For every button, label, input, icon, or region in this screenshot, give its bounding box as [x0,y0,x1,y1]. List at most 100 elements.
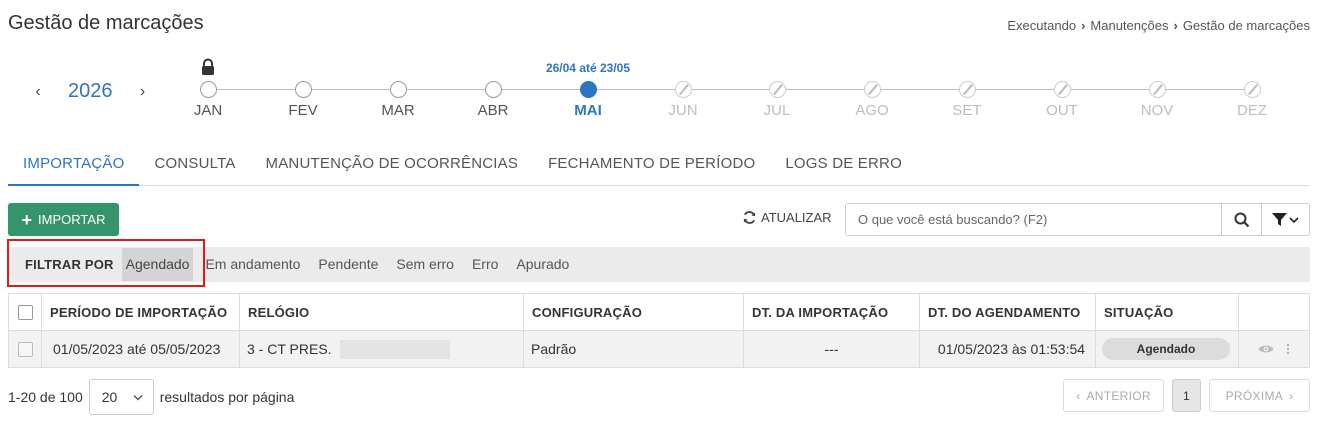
cell-dt-agendamento: 01/05/2023 às 01:53:54 [920,331,1096,367]
timeline-month-label: DEZ [1237,102,1267,119]
timeline-month-label: ABR [477,102,509,119]
pagination-info: 1-20 de 100 20 resultados por página [8,379,294,415]
disabled-circle-icon [1243,81,1261,98]
breadcrumb-item-manutencoes[interactable]: Manutenções [1090,18,1168,33]
timeline-month-label: SET [952,102,982,119]
filter-bar: FILTRAR POR Agendado Em andamento Penden… [8,247,1310,282]
disabled-circle-icon [768,81,786,98]
chevron-left-icon[interactable]: ‹ [30,83,46,101]
timeline-month-label: AGO [855,102,889,119]
column-header-relogio[interactable]: RELÓGIO [240,294,524,330]
select-all-checkbox[interactable] [17,304,33,320]
timeline-month-label: JUN [668,102,698,119]
year-selector: ‹ 2026 › [30,80,151,103]
filter-apurado[interactable]: Apurado [507,248,578,281]
tab-fechamento-periodo[interactable]: FECHAMENTO DE PERÍODO [533,146,770,185]
timeline-month-nov: NOV [1127,81,1187,119]
next-page-button[interactable]: PRÓXIMA › [1209,379,1310,412]
page-number-button[interactable]: 1 [1172,379,1201,412]
timeline-month-abr[interactable]: ABR [463,81,523,119]
column-header-actions [1239,294,1309,330]
page-size-value: 20 [101,389,118,405]
per-page-label: resultados por página [159,389,295,405]
timeline-month-mar[interactable]: MAR [368,81,428,119]
filter-title: FILTRAR POR [25,257,114,272]
select-all-cell [9,294,42,330]
page-title: Gestão de marcações [8,12,204,34]
search-box [845,203,1310,236]
disabled-circle-icon [674,81,692,98]
redacted-text [339,339,450,359]
year-label: 2026 [68,80,113,102]
row-select-cell [9,331,42,367]
column-header-situacao[interactable]: SITUAÇÃO [1096,294,1239,330]
cell-actions [1239,331,1309,367]
disabled-circle-icon [958,81,976,98]
cell-periodo: 01/05/2023 até 05/05/2023 [42,331,240,367]
results-range: 1-20 de 100 [8,389,83,405]
disabled-circle-icon [1148,81,1166,98]
status-badge: Agendado [1102,338,1230,360]
next-page-label: PRÓXIMA [1225,388,1284,403]
previous-page-label: ANTERIOR [1086,388,1151,403]
timeline-dot [294,81,312,98]
search-input[interactable] [846,204,1221,235]
import-button[interactable]: + IMPORTAR [8,203,119,236]
breadcrumb-separator-icon: › [1173,18,1178,33]
refresh-icon [743,211,756,224]
disabled-circle-icon [863,81,881,98]
refresh-label: ATUALIZAR [761,210,832,225]
cell-configuracao: Padrão [524,331,744,367]
breadcrumb-item-executando[interactable]: Executando [1007,18,1076,33]
chevron-left-icon: ‹ [1076,388,1081,403]
timeline-month-fev[interactable]: FEV [273,81,333,119]
filter-icon [1272,212,1287,226]
timeline-month-label: FEV [288,102,318,119]
timeline-month-mai[interactable]: MAI [558,81,618,119]
page-size-select[interactable]: 20 [88,379,154,415]
tab-logs-erro[interactable]: LOGS DE ERRO [770,146,917,185]
search-button[interactable] [1221,204,1261,235]
filter-agendado[interactable]: Agendado [121,248,194,281]
row-checkbox[interactable] [17,341,33,357]
refresh-button[interactable]: ATUALIZAR [742,210,832,225]
tab-consulta[interactable]: CONSULTA [139,146,250,185]
disabled-circle-icon [1053,81,1071,98]
tab-importacao[interactable]: IMPORTAÇÃO [8,146,140,186]
chevron-down-icon [133,394,143,400]
data-table: PERÍODO DE IMPORTAÇÃO RELÓGIO CONFIGURAÇ… [8,293,1310,368]
eye-icon[interactable] [1258,343,1274,355]
table-row[interactable]: 01/05/2023 até 05/05/2023 3 - CT PRES. P… [9,331,1309,367]
timeline-month-label: MAI [574,102,602,119]
filter-erro[interactable]: Erro [463,248,507,281]
column-header-periodo[interactable]: PERÍODO DE IMPORTAÇÃO [42,294,240,330]
timeline-dot [484,81,502,98]
import-button-label: IMPORTAR [38,212,106,227]
timeline-month-label: NOV [1140,102,1174,119]
timeline-month-jul: JUL [747,81,807,119]
timeline-dot [389,81,407,98]
filter-dropdown-button[interactable] [1261,204,1309,235]
column-header-dt-importacao[interactable]: DT. DA IMPORTAÇÃO [744,294,920,330]
pager: ‹ ANTERIOR 1 PRÓXIMA › [1063,379,1310,412]
tab-manutencao-ocorrencias[interactable]: MANUTENÇÃO DE OCORRÊNCIAS [251,146,534,185]
cell-relogio: 3 - CT PRES. [240,331,524,367]
timeline-month-set: SET [937,81,997,119]
timeline-month-label: OUT [1046,102,1078,119]
timeline-month-label: JUL [763,102,791,119]
column-header-configuracao[interactable]: CONFIGURAÇÃO [524,294,744,330]
timeline-month-jun: JUN [653,81,713,119]
cell-situacao: Agendado [1096,331,1239,367]
chevron-right-icon[interactable]: › [135,83,151,101]
filter-sem-erro[interactable]: Sem erro [387,248,463,281]
column-header-dt-agendamento[interactable]: DT. DO AGENDAMENTO [920,294,1096,330]
timeline-dot [199,81,217,98]
period-range-text: 26/04 até 23/05 [545,61,631,75]
timeline-month-jan[interactable]: JAN [178,58,238,119]
filter-pendente[interactable]: Pendente [309,248,387,281]
filter-em-andamento[interactable]: Em andamento [196,248,309,281]
timeline-month-ago: AGO [842,81,902,119]
more-vertical-icon[interactable] [1286,343,1290,355]
tab-bar: IMPORTAÇÃO CONSULTA MANUTENÇÃO DE OCORRÊ… [8,146,1310,186]
previous-page-button[interactable]: ‹ ANTERIOR [1063,379,1164,412]
